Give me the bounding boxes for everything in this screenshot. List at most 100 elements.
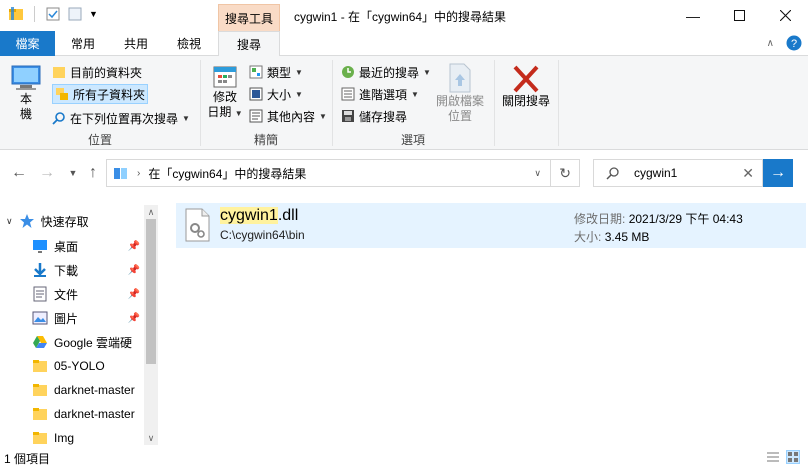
tab-file[interactable]: 檔案 [0,31,55,56]
nav-label: darknet-master [54,407,135,421]
search-results-icon [114,168,127,179]
desktop-icon [33,240,47,253]
nav-item-downloads[interactable]: 下載 📌 [32,258,144,282]
all-subfolders-button[interactable]: 所有子資料夾 [52,84,149,104]
date-value: 2021/3/29 下午 04:43 [628,212,743,226]
search-query: cygwin1 [634,166,678,180]
refresh-icon[interactable]: ↻ [559,165,571,182]
folder-icon [33,384,47,396]
current-folder-button[interactable]: 目前的資料夾 [52,62,142,82]
nav-item-darknet-master-2[interactable]: darknet-master [32,402,144,426]
divider [558,60,559,146]
details-view-icon[interactable] [766,450,780,464]
nav-item-img[interactable]: Img [32,426,144,445]
window-title: cygwin1 - 在「cygwin64」中的搜尋結果 [294,10,507,24]
google-drive-icon [33,336,47,348]
new-folder-icon[interactable] [67,6,83,22]
nav-label: 文件 [54,287,79,302]
subfolders-icon [56,88,68,100]
nav-item-quick-access[interactable]: ∨ 快速存取 [6,209,150,233]
tab-search[interactable]: 搜尋 [218,31,280,57]
back-arrow-icon[interactable]: ← [8,162,30,184]
open-file-location-icon [449,63,471,93]
save-search-label: 儲存搜尋 [359,109,408,124]
search-again-in-button[interactable]: 在下列位置再次搜尋 ▼ [52,108,190,128]
search-match-highlight: cygwin1 [220,207,278,224]
customize-qat-chevron-icon[interactable]: ▼ [89,9,98,19]
tab-view[interactable]: 檢視 [168,31,210,56]
nav-item-pictures[interactable]: 圖片 📌 [32,306,144,330]
search-tools-context-header: 搜尋工具 [218,4,280,31]
address-dropdown-chevron-icon[interactable]: ∨ [534,168,541,179]
ribbon-controls: ∧ ? [767,35,802,51]
other-properties-button[interactable]: 其他內容 ▼ [249,106,327,126]
search-input[interactable]: cygwin1 ✕ [593,159,763,187]
pin-icon: 📌 [127,312,140,324]
refine-group-label: 精簡 [253,133,278,147]
nav-label: Google 雲端硬 [54,335,133,350]
pin-icon: 📌 [127,264,140,276]
refine-group: 修改 日期 ▼ 類型 ▼ 大小 ▼ 其他內容 ▼ 精簡 [201,56,331,150]
divider [494,60,495,146]
tab-home[interactable]: 常用 [62,31,104,56]
help-icon[interactable]: ? [786,35,802,51]
status-bar: 1 個項目 [0,447,808,469]
nav-item-documents[interactable]: 文件 📌 [32,282,144,306]
date-label: 修改日期: [574,212,626,226]
properties-icon[interactable] [45,6,61,22]
nav-label: 圖片 [54,311,79,326]
result-file-path: C:\cygwin64\bin [220,228,305,242]
ribbon: 本 機 目前的資料夾 所有子資料夾 在下列位置再次搜尋 ▼ 位置 修改 日期 ▼… [0,56,808,150]
options-group-label: 選項 [400,133,425,147]
recent-searches-button[interactable]: 最近的搜尋 ▼ [341,62,431,82]
item-count: 1 個項目 [4,451,51,466]
nav-item-05-yolo[interactable]: 05-YOLO [32,354,144,378]
nav-item-desktop[interactable]: 桌面 📌 [32,234,144,258]
document-icon [33,286,47,302]
tab-share[interactable]: 共用 [116,31,156,56]
date-modified-label-1: 修改 [212,90,237,104]
close-icon[interactable] [762,0,808,31]
chevron-down-icon: ▼ [423,67,431,77]
forward-arrow-icon[interactable]: → [36,162,58,184]
navigation-pane: ∨ 快速存取 桌面 📌 下載 📌 文件 📌 圖片 📌 Google 雲端硬 05… [0,205,158,445]
recent-searches-label: 最近的搜尋 [359,65,420,80]
expand-chevron-icon[interactable]: ∨ [6,216,13,227]
scroll-down-icon[interactable]: ∨ [144,431,158,445]
maximize-icon[interactable] [716,0,762,31]
recent-locations-chevron-icon[interactable]: ▼ [62,162,84,184]
size-button[interactable]: 大小 ▼ [249,84,303,104]
up-arrow-icon[interactable]: ↑ [82,162,104,184]
kind-button[interactable]: 類型 ▼ [249,62,303,82]
minimize-icon[interactable]: — [670,0,716,31]
chevron-down-icon: ▼ [295,67,303,77]
search-result-item[interactable]: cygwin1.dll C:\cygwin64\bin 修改日期: 2021/3… [176,203,806,248]
this-pc-button[interactable]: 本 機 [8,64,44,122]
date-modified-button[interactable]: 修改 日期 ▼ [207,64,243,121]
open-file-location-button[interactable]: 開啟檔案 位置 [433,62,487,124]
nav-item-google-drive[interactable]: Google 雲端硬 [32,330,144,354]
folder-icon [33,432,47,444]
search-go-button[interactable]: → [763,159,793,187]
this-pc-label-2: 機 [19,107,32,121]
collapse-ribbon-icon[interactable]: ∧ [767,38,774,49]
nav-label: 桌面 [54,239,79,254]
open-file-location-label-2: 位置 [447,109,472,123]
size-label: 大小: [574,230,602,244]
nav-pane-scrollbar[interactable]: ∧ ∨ [144,205,158,445]
scroll-up-icon[interactable]: ∧ [144,205,158,219]
nav-label: darknet-master [54,383,135,397]
explorer-icon [9,7,23,20]
size-icon [249,87,263,101]
address-bar[interactable]: › 在「cygwin64」中的搜尋結果 ∨ ↻ [106,159,580,187]
close-search-button[interactable]: 關閉搜尋 [498,64,554,109]
computer-icon [11,65,41,90]
svg-text:?: ? [791,38,797,50]
clear-search-icon[interactable]: ✕ [742,165,754,182]
nav-item-darknet-master-1[interactable]: darknet-master [32,378,144,402]
large-icons-view-icon[interactable] [786,450,800,464]
save-search-button[interactable]: 儲存搜尋 [341,106,407,126]
scrollbar-thumb[interactable] [146,219,156,364]
chevron-down-icon: ▼ [319,111,327,121]
advanced-options-button[interactable]: 進階選項 ▼ [341,84,419,104]
